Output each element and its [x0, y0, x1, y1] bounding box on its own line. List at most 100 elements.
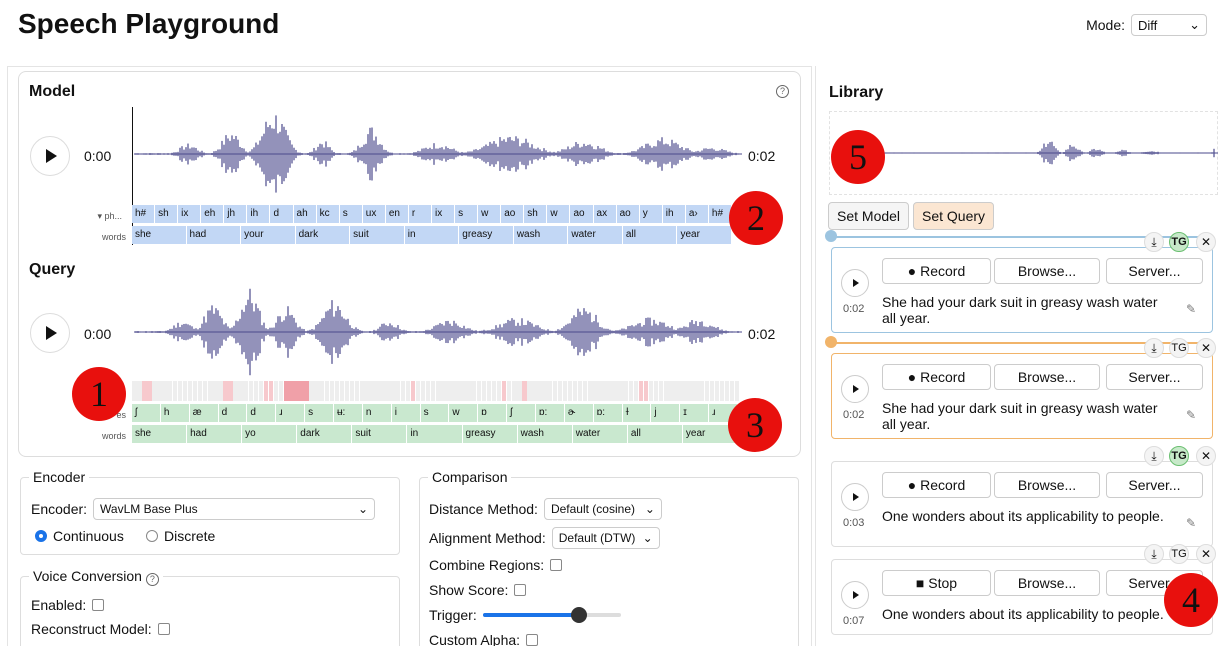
- custom-alpha-checkbox[interactable]: [526, 634, 539, 646]
- browse-button[interactable]: Browse...: [994, 258, 1100, 284]
- browse-button[interactable]: Browse...: [994, 472, 1100, 498]
- pencil-icon[interactable]: ✎: [1186, 408, 1196, 422]
- show-score-checkbox[interactable]: [514, 584, 527, 596]
- pencil-icon[interactable]: ✎: [1186, 302, 1196, 316]
- tier-segment[interactable]: n: [362, 404, 392, 422]
- tier-segment[interactable]: d: [218, 404, 248, 422]
- tier-segment[interactable]: ʉ:: [334, 404, 363, 422]
- tier-segment[interactable]: w: [478, 205, 502, 223]
- server-button[interactable]: Server...: [1106, 472, 1203, 498]
- download-icon[interactable]: ⤓: [1144, 338, 1164, 358]
- library-waveform[interactable]: [880, 125, 1218, 181]
- tier-segment[interactable]: she: [132, 425, 188, 443]
- tier-segment[interactable]: your: [241, 226, 296, 244]
- tier-segment[interactable]: ɒ:: [536, 404, 565, 422]
- tier-segment[interactable]: ɚ: [564, 404, 594, 422]
- tier-segment[interactable]: w: [547, 205, 571, 223]
- tier-segment[interactable]: had: [186, 226, 242, 244]
- download-icon[interactable]: ⤓: [1144, 232, 1164, 252]
- trigger-slider[interactable]: [482, 607, 621, 623]
- discrete-radio-row[interactable]: Discrete: [146, 528, 215, 544]
- close-icon[interactable]: ✕: [1196, 232, 1216, 252]
- tier-segment[interactable]: eh: [201, 205, 225, 223]
- combine-checkbox[interactable]: [550, 559, 563, 571]
- tier-segment[interactable]: en: [385, 205, 409, 223]
- tier-segment[interactable]: h#: [132, 205, 156, 223]
- record-button[interactable]: ■ Stop: [882, 570, 991, 596]
- tier-segment[interactable]: i: [391, 404, 421, 422]
- tier-segment[interactable]: ɹ: [276, 404, 306, 422]
- mode-select[interactable]: Diff ⌄: [1131, 14, 1207, 36]
- tier-segment[interactable]: suit: [352, 425, 408, 443]
- set-model-button[interactable]: Set Model: [828, 202, 910, 230]
- tier-segment[interactable]: ao: [501, 205, 525, 223]
- textgrid-icon[interactable]: TG: [1169, 446, 1189, 466]
- card-play-button[interactable]: [841, 375, 869, 403]
- server-button[interactable]: Server...: [1106, 258, 1203, 284]
- help-icon[interactable]: ?: [145, 573, 159, 586]
- tier-segment[interactable]: had: [187, 425, 243, 443]
- close-icon[interactable]: ✕: [1196, 544, 1216, 564]
- download-icon[interactable]: ⤓: [1144, 446, 1164, 466]
- model-play-button[interactable]: [30, 136, 70, 176]
- playhead-cursor[interactable]: [132, 107, 133, 245]
- tier-segment[interactable]: j: [651, 404, 681, 422]
- continuous-radio-row[interactable]: Continuous: [35, 528, 124, 544]
- tier-segment[interactable]: r: [408, 205, 432, 223]
- tier-segment[interactable]: s: [420, 404, 450, 422]
- tier-segment[interactable]: ɒ:: [593, 404, 623, 422]
- tier-segment[interactable]: jh: [224, 205, 248, 223]
- query-words-tier[interactable]: she had yo dark suit in greasy wash water all year: [132, 425, 738, 443]
- textgrid-icon[interactable]: TG: [1169, 338, 1189, 358]
- tier-segment[interactable]: ih: [662, 205, 686, 223]
- record-button[interactable]: ● Record: [882, 472, 991, 498]
- tier-segment[interactable]: d: [247, 404, 277, 422]
- tier-segment[interactable]: ao: [570, 205, 594, 223]
- tier-segment[interactable]: greasy: [462, 425, 518, 443]
- tier-segment[interactable]: dark: [297, 425, 353, 443]
- tier-segment[interactable]: water: [572, 425, 628, 443]
- tier-segment[interactable]: h: [160, 404, 190, 422]
- model-words-tier[interactable]: she had your dark suit in greasy wash water all ye…: [132, 226, 732, 244]
- tier-segment[interactable]: greasy: [459, 226, 514, 244]
- tier-segment[interactable]: kc: [316, 205, 340, 223]
- tier-segment[interactable]: ix: [432, 205, 456, 223]
- encoder-select[interactable]: WavLM Base Plus ⌄: [93, 498, 376, 520]
- slider-thumb[interactable]: [571, 607, 588, 623]
- tier-segment[interactable]: s: [305, 404, 334, 422]
- card-play-button[interactable]: [841, 581, 869, 609]
- model-phones-tier[interactable]: h# sh ix eh jh ih d ah kc s ux en r ix s w ao sh w ao ax ao y i…: [132, 205, 732, 223]
- tier-segment[interactable]: water: [568, 226, 623, 244]
- query-play-button[interactable]: [30, 313, 70, 353]
- tier-segment[interactable]: æ: [189, 404, 219, 422]
- diff-heat-strip[interactable]: [132, 381, 740, 401]
- enabled-checkbox[interactable]: [92, 599, 105, 611]
- tier-segment[interactable]: d: [270, 205, 294, 223]
- tier-segment[interactable]: suit: [350, 226, 405, 244]
- continuous-radio[interactable]: [35, 530, 47, 542]
- tier-segment[interactable]: ʃ: [507, 404, 536, 422]
- tier-segment[interactable]: wash: [517, 425, 573, 443]
- query-waveform[interactable]: [134, 283, 742, 381]
- tier-segment[interactable]: all: [627, 425, 683, 443]
- close-icon[interactable]: ✕: [1196, 338, 1216, 358]
- discrete-radio[interactable]: [146, 530, 158, 542]
- tier-segment[interactable]: ɒ: [478, 404, 508, 422]
- tier-segment[interactable]: s: [339, 205, 363, 223]
- tier-segment[interactable]: w: [449, 404, 479, 422]
- tier-segment[interactable]: sh: [155, 205, 179, 223]
- card-play-button[interactable]: [841, 483, 869, 511]
- tier-segment[interactable]: in: [407, 425, 463, 443]
- record-button[interactable]: ● Record: [882, 364, 991, 390]
- reconstruct-checkbox[interactable]: [157, 623, 170, 635]
- tier-segment[interactable]: dark: [295, 226, 351, 244]
- alignment-select[interactable]: Default (DTW) ⌄: [551, 527, 660, 549]
- help-icon[interactable]: ?: [776, 85, 789, 98]
- tier-segment[interactable]: s: [455, 205, 479, 223]
- tier-segment[interactable]: wash: [513, 226, 569, 244]
- tier-segment[interactable]: ao: [616, 205, 640, 223]
- model-waveform[interactable]: [134, 105, 742, 203]
- tier-segment[interactable]: ʃ: [132, 404, 161, 422]
- server-button[interactable]: Server...: [1106, 364, 1203, 390]
- tier-segment[interactable]: ux: [362, 205, 386, 223]
